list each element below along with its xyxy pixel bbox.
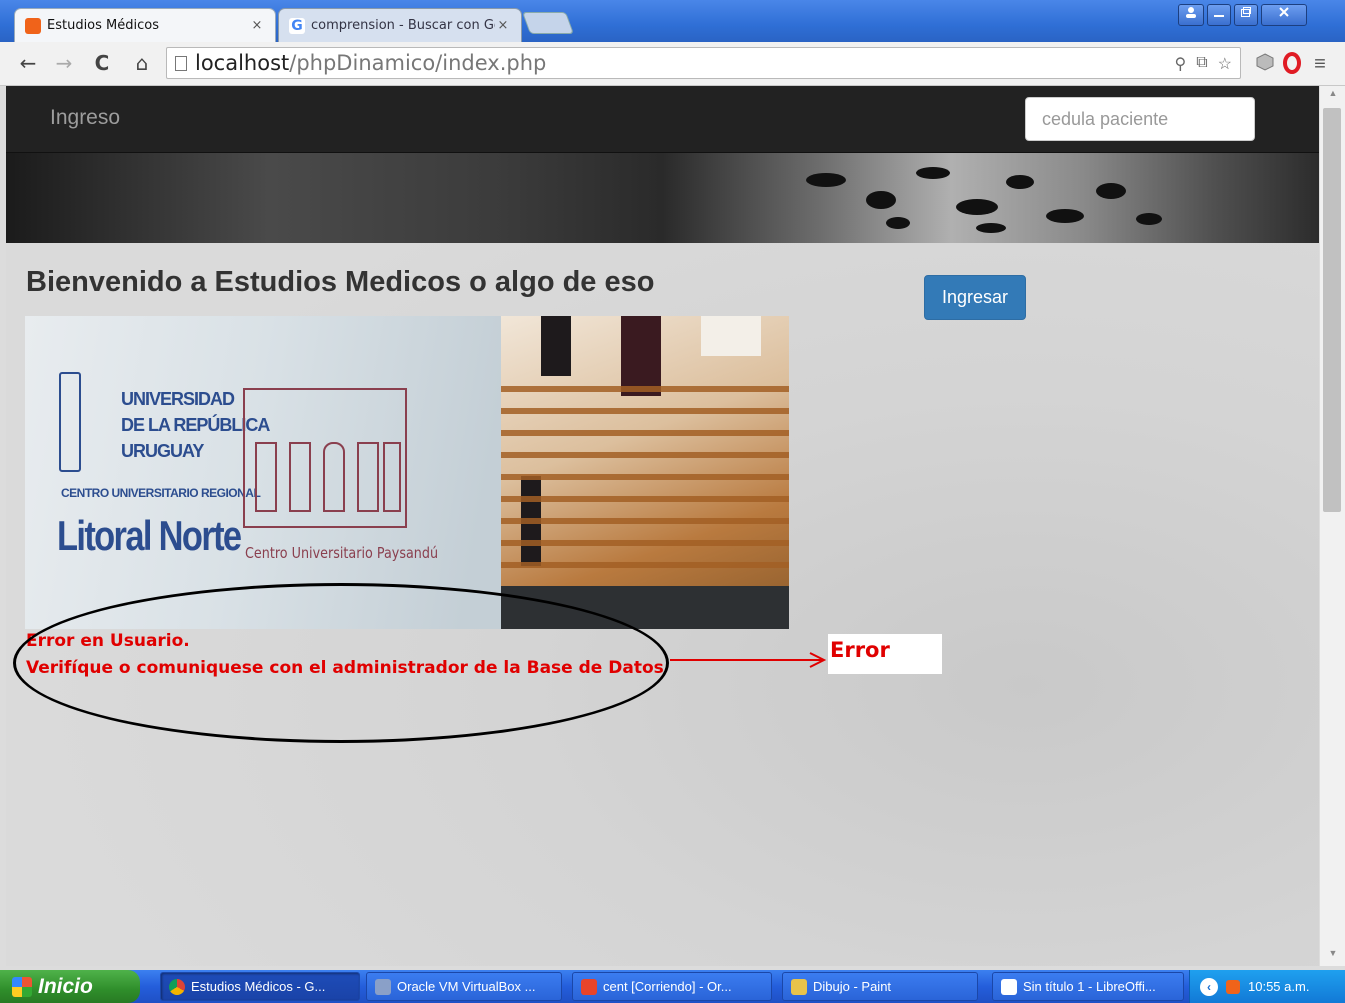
document-icon xyxy=(1001,978,1017,995)
windows-flag-icon xyxy=(12,976,32,997)
reload-icon[interactable]: C xyxy=(90,50,114,76)
window-controls xyxy=(1178,4,1307,26)
chrome-icon xyxy=(169,978,185,995)
minimize-button[interactable] xyxy=(1207,4,1231,26)
paysandu-building-icon xyxy=(243,388,407,528)
menu-icon[interactable]: ≡ xyxy=(1308,52,1332,76)
hero-image: UNIVERSIDAD DE LA REPÚBLICA URUGUAY CENT… xyxy=(25,316,789,629)
clock[interactable]: 10:55 a.m. xyxy=(1248,979,1309,994)
translate-icon[interactable]: ⧉ xyxy=(1196,54,1207,74)
scrollbar-thumb[interactable] xyxy=(1323,108,1341,512)
error-label: Error xyxy=(828,634,942,674)
centro-regional-label: CENTRO UNIVERSITARIO REGIONAL xyxy=(61,486,261,500)
litoral-norte-label: Litoral Norte xyxy=(57,512,242,559)
taskbar-item-paint[interactable]: Dibujo - Paint xyxy=(782,972,978,1001)
system-tray: ‹ 10:55 a.m. xyxy=(1189,970,1345,1003)
taskbar-item-virtualbox[interactable]: Oracle VM VirtualBox ... xyxy=(366,972,562,1001)
start-label: Inicio xyxy=(38,974,93,998)
home-icon[interactable]: ⌂ xyxy=(130,50,154,76)
jaguar-banner xyxy=(6,153,1319,243)
task-label: Sin título 1 - LibreOffi... xyxy=(1023,979,1156,994)
scroll-up-icon[interactable]: ▲ xyxy=(1320,88,1345,106)
tab-strip: Estudios Médicos × G comprension - Busca… xyxy=(0,0,1345,42)
new-tab-button[interactable] xyxy=(521,12,575,34)
tab-close-icon[interactable]: × xyxy=(495,18,511,33)
omnibox-icons: ⚲ ⧉ ☆ xyxy=(1175,54,1233,74)
address-bar[interactable]: localhost/phpDinamico/index.php ⚲ ⧉ ☆ xyxy=(166,47,1241,79)
key-icon[interactable]: ⚲ xyxy=(1175,54,1187,74)
user-profile-icon[interactable] xyxy=(1178,4,1204,26)
vm-icon xyxy=(581,978,597,995)
task-label: cent [Corriendo] - Or... xyxy=(603,979,732,994)
centro-paysandu-label: Centro Universitario Paysandú xyxy=(245,544,439,562)
tab-title: Estudios Médicos xyxy=(47,18,159,33)
opera-icon[interactable] xyxy=(1280,52,1304,76)
tab-google-search[interactable]: G comprension - Buscar con Go × xyxy=(278,8,522,42)
browser-toolbar: ← → C ⌂ localhost/phpDinamico/index.php … xyxy=(0,42,1345,86)
task-label: Dibujo - Paint xyxy=(813,979,892,994)
task-label: Estudios Médicos - G... xyxy=(191,979,326,994)
url-text: localhost/phpDinamico/index.php xyxy=(195,51,546,75)
windows-taskbar: Inicio Estudios Médicos - G... Oracle VM… xyxy=(0,970,1345,1003)
ingresar-button[interactable]: Ingresar xyxy=(924,275,1026,320)
restore-button[interactable] xyxy=(1234,4,1258,26)
taskbar-item-libreoffice[interactable]: Sin título 1 - LibreOffi... xyxy=(992,972,1184,1001)
paint-icon xyxy=(791,978,807,995)
start-button[interactable]: Inicio xyxy=(0,970,140,1003)
url-host: localhost xyxy=(195,51,290,75)
tray-expand-icon[interactable]: ‹ xyxy=(1200,977,1218,996)
tab-close-icon[interactable]: × xyxy=(249,18,265,33)
virtualbox-icon xyxy=(375,978,391,995)
navbar-brand[interactable]: Ingreso xyxy=(50,106,120,130)
taskbar-item-cent[interactable]: cent [Corriendo] - Or... xyxy=(572,972,772,1001)
scrollbar[interactable]: ▲ ▼ xyxy=(1319,86,1345,966)
tab-estudios-medicos[interactable]: Estudios Médicos × xyxy=(14,8,276,42)
udelar-crest-icon xyxy=(59,372,81,472)
forward-arrow-icon[interactable]: → xyxy=(52,50,76,76)
xampp-favicon-icon xyxy=(25,17,41,34)
page-title: Bienvenido a Estudios Medicos o algo de … xyxy=(26,266,655,298)
google-favicon-icon: G xyxy=(289,17,305,34)
annotation-ellipse xyxy=(13,583,669,743)
web-page: Ingreso Bienvenido a Estudios Medicos o … xyxy=(6,86,1319,966)
url-path: /phpDinamico/index.php xyxy=(289,51,547,75)
extension-cube-icon[interactable] xyxy=(1253,52,1277,76)
scroll-down-icon[interactable]: ▼ xyxy=(1320,948,1345,966)
building-photo xyxy=(501,316,789,629)
back-arrow-icon[interactable]: ← xyxy=(16,50,40,76)
taskbar-item-chrome[interactable]: Estudios Médicos - G... xyxy=(160,972,360,1001)
bookmark-star-icon[interactable]: ☆ xyxy=(1218,54,1232,74)
annotation-arrow-icon xyxy=(670,652,827,668)
site-navbar: Ingreso xyxy=(6,86,1319,153)
task-label: Oracle VM VirtualBox ... xyxy=(397,979,536,994)
close-window-button[interactable] xyxy=(1261,4,1307,26)
xampp-tray-icon[interactable] xyxy=(1226,979,1240,994)
tab-title: comprension - Buscar con Go xyxy=(311,18,495,33)
cedula-input[interactable] xyxy=(1025,97,1255,141)
page-icon xyxy=(175,55,187,71)
